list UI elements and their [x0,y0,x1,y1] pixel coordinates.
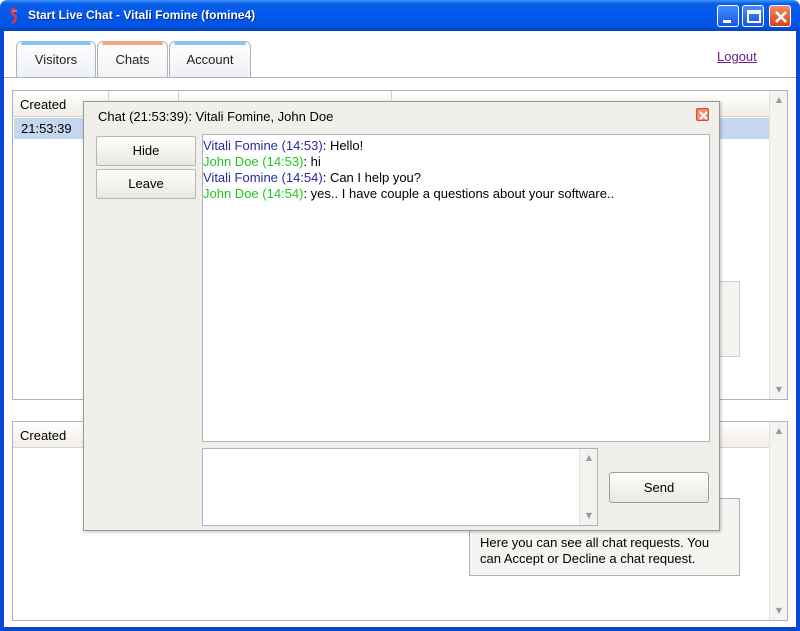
window-title: Start Live Chat - Vitali Fomine (fomine4… [28,8,256,22]
chat-message: John Doe (14:53): hi [203,154,709,170]
scroll-up-arrow-icon[interactable]: ▲ [772,93,786,107]
background-info-box [718,281,740,357]
message-input[interactable]: ▲ ▼ [202,448,598,526]
chat-transcript[interactable]: Vitali Fomine (14:53): Hello! John Doe (… [202,134,710,442]
vertical-scrollbar[interactable]: ▲ ▼ [579,449,597,525]
close-button[interactable] [769,5,791,27]
chat-close-button[interactable] [696,108,709,121]
app-icon [10,7,17,24]
message-sender: John Doe (14:54) [203,186,304,201]
tab-chats[interactable]: Chats [97,41,168,77]
tab-strip-border [4,77,796,78]
message-text: : Can I help you? [322,170,422,185]
window-title-bar[interactable]: Start Live Chat - Vitali Fomine (fomine4… [0,0,800,31]
chat-dialog: Chat (21:53:39): Vitali Fomine, John Doe… [83,101,720,531]
scroll-down-arrow-icon[interactable]: ▼ [772,383,786,397]
close-icon [775,11,787,23]
maximize-button[interactable] [742,5,764,27]
info-text: Here you can see all chat requests. You … [480,535,710,566]
message-sender: Vitali Fomine (14:54) [203,170,323,185]
vertical-scrollbar[interactable]: ▲ ▼ [769,91,787,399]
minimize-icon [723,20,731,23]
chat-dialog-title: Chat (21:53:39): Vitali Fomine, John Doe [98,109,334,124]
message-text: : hi [303,154,321,169]
maximize-icon [747,10,761,23]
created-column-header[interactable]: Created [20,428,66,443]
logout-link[interactable]: Logout [717,49,757,64]
send-button[interactable]: Send [609,472,709,503]
hide-button[interactable]: Hide [96,136,196,166]
leave-button[interactable]: Leave [96,169,196,199]
scroll-down-arrow-icon[interactable]: ▼ [772,604,786,618]
message-sender: Vitali Fomine (14:53) [203,138,323,153]
chat-message: John Doe (14:54): yes.. I have couple a … [203,186,709,202]
created-cell: 21:53:39 [21,121,72,136]
scroll-down-arrow-icon[interactable]: ▼ [582,509,596,523]
message-text: : Hello! [322,138,364,153]
vertical-scrollbar[interactable]: ▲ ▼ [769,422,787,620]
scroll-up-arrow-icon[interactable]: ▲ [582,451,596,465]
message-sender: John Doe (14:53) [203,154,304,169]
scroll-up-arrow-icon[interactable]: ▲ [772,424,786,438]
tab-account[interactable]: Account [169,41,251,77]
created-column-header[interactable]: Created [20,97,66,112]
chat-message: Vitali Fomine (14:53): Hello! [203,138,709,154]
tab-visitors[interactable]: Visitors [16,41,96,77]
minimize-button[interactable] [717,5,739,27]
chat-message: Vitali Fomine (14:54): Can I help you? [203,170,709,186]
close-icon [699,111,708,120]
message-text: : yes.. I have couple a questions about … [303,186,615,201]
